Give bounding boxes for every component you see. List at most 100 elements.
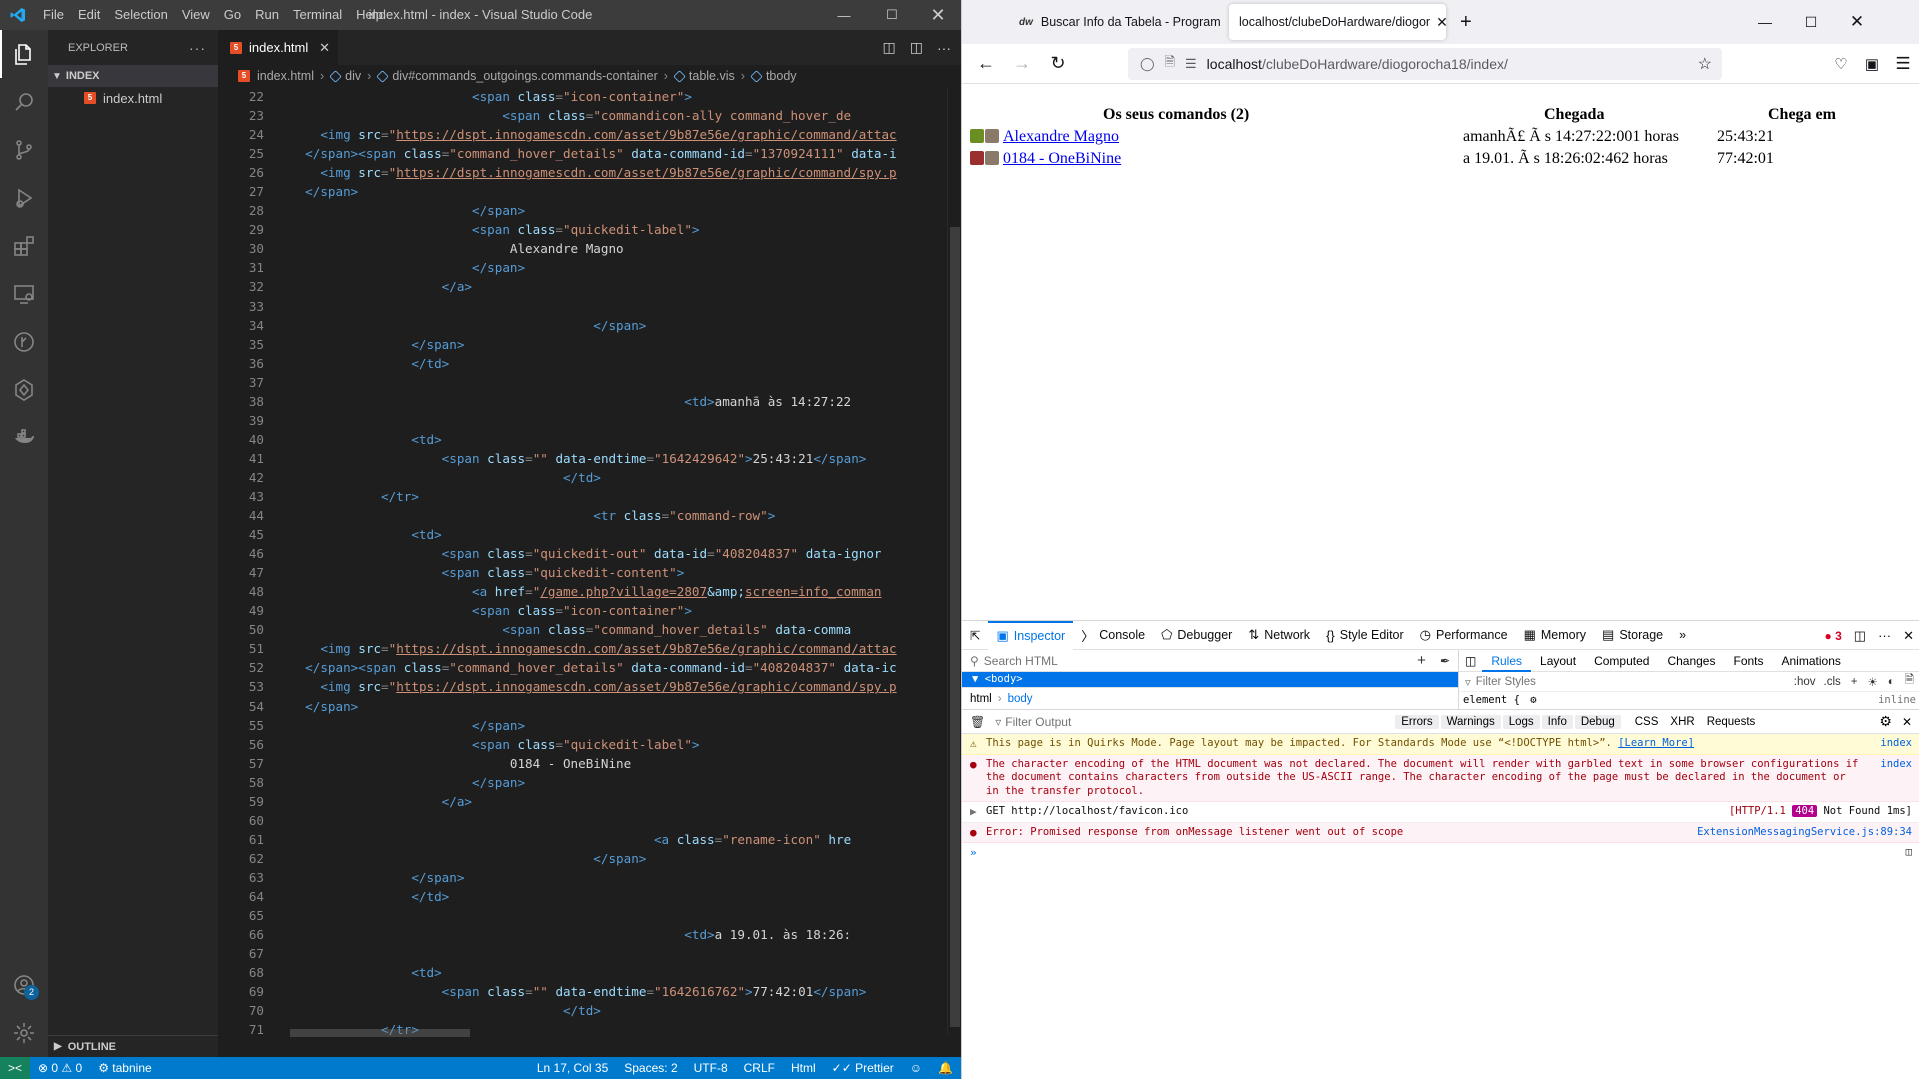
maximize-icon[interactable]: ☐ [1788,0,1834,44]
file-index-html[interactable]: 5 index.html [48,87,218,109]
tab-fonts[interactable]: Fonts [1724,650,1772,672]
code-line[interactable]: 58 </span> [218,773,961,792]
code-line[interactable]: 23 <span class="commandicon-ally command… [218,106,961,125]
menu-hamburger-icon[interactable]: ☰ [1886,44,1919,84]
breadcrumb-item[interactable]: div#commands_outgoings.commands-containe… [392,69,657,83]
menu-go[interactable]: Go [217,0,248,30]
folder-index[interactable]: ▼ INDEX [48,65,218,87]
browser-tab-1[interactable]: dw Buscar Info da Tabela - Program ✕ [1009,4,1225,40]
filter-warnings[interactable]: Warnings [1440,714,1501,729]
tab-inspector[interactable]: ▣ Inspector [988,620,1074,650]
search-icon[interactable] [0,78,48,126]
expand-arrow-icon[interactable]: ▶ [970,805,977,819]
code-line[interactable]: 54 </span> [218,697,961,716]
extension-icon[interactable]: ▣ [1855,44,1889,84]
code-line[interactable]: 66 <td>a 19.01. às 18:26: [218,925,961,944]
code-line[interactable]: 49 <span class="icon-container"> [218,601,961,620]
feedback-icon[interactable]: ☺ [902,1061,930,1075]
tab-animations[interactable]: Animations [1773,650,1850,672]
scrollbar-thumb[interactable] [950,227,960,1027]
source-control-icon[interactable] [0,126,48,174]
dark-mode-icon[interactable]: ◐ [1888,676,1895,688]
code-line[interactable]: 62 </span> [218,849,961,868]
code-line[interactable]: 60 [218,811,961,830]
filter-errors[interactable]: Errors [1395,714,1439,729]
maximize-icon[interactable]: ☐ [869,0,915,30]
menu-edit[interactable]: Edit [71,0,107,30]
code-line[interactable]: 48 <a href="/game.php?village=2807&amp;s… [218,582,961,601]
code-line[interactable]: 69 <span class="" data-endtime="16426167… [218,982,961,1001]
code-line[interactable]: 30 Alexandre Magno [218,239,961,258]
code-line[interactable]: 38 <td>amanhã às 14:27:22 [218,392,961,411]
code-line[interactable]: 28 </span> [218,201,961,220]
breadcrumb-item[interactable]: tbody [766,69,797,83]
selected-node[interactable]: ▼ <body> [962,672,1458,687]
code-line[interactable]: 31 </span> [218,258,961,277]
open-preview-icon[interactable]: ◫ [883,39,896,56]
code-line[interactable]: 22 <span class="icon-container"> [218,87,961,106]
back-icon[interactable]: ← [968,48,1004,80]
close-window-icon[interactable]: ✕ [1834,0,1880,44]
more-options-icon[interactable]: ··· [1878,628,1891,643]
language-mode[interactable]: Html [783,1061,824,1075]
forward-icon[interactable]: → [1004,48,1040,80]
code-line[interactable]: 34 </span> [218,316,961,335]
tab-rules[interactable]: Rules [1482,650,1532,672]
code-line[interactable]: 40 <td> [218,430,961,449]
close-devtools-icon[interactable]: ✕ [1903,628,1914,644]
code-line[interactable]: 46 <span class="quickedit-out" data-id="… [218,544,961,563]
code-line[interactable]: 29 <span class="quickedit-label"> [218,220,961,239]
accounts-icon[interactable]: 2 [0,961,48,1009]
tab-debugger[interactable]: ⬠ Debugger [1153,621,1240,650]
filter-xhr[interactable]: XHR [1670,716,1694,728]
close-tab-icon[interactable]: ✕ [1430,14,1446,31]
code-line[interactable]: 35 </span> [218,335,961,354]
element-picker-icon[interactable]: ⇱ [962,621,988,650]
gear-icon[interactable]: ⚙ [1530,694,1536,706]
clear-console-icon[interactable]: 🗑 [970,715,985,729]
tab-style-editor[interactable]: {} Style Editor [1318,621,1412,650]
filter-logs[interactable]: Logs [1502,714,1540,729]
error-count-badge[interactable]: ● 3 [1825,629,1842,643]
extensions-icon[interactable] [0,222,48,270]
page-info-icon[interactable]: 🗎 [1165,53,1175,75]
cursor-position[interactable]: Ln 17, Col 35 [529,1061,616,1075]
search-html-field[interactable]: ⚲ Search HTML + ✒ [962,650,1458,672]
menu-terminal[interactable]: Terminal [286,0,349,30]
code-line[interactable]: 39 [218,411,961,430]
filter-styles-field[interactable]: ▿ Filter Styles :hov .cls + ☀ ◐ 🗎 [1459,672,1919,692]
code-line[interactable]: 53 <img src="https://dspt.innogamescdn.c… [218,677,961,696]
outline-section[interactable]: ▶ OUTLINE [48,1035,218,1057]
tab-performance[interactable]: ◷ Performance [1412,621,1516,650]
code-editor[interactable]: 22 <span class="icon-container"> 23 <span… [218,87,961,1035]
tab-console[interactable]: 〉 Console [1073,621,1153,650]
message-source[interactable]: index [1880,737,1912,751]
code-line[interactable]: 24 <img src="https://dspt.innogamescdn.c… [218,125,961,144]
crumb-body[interactable]: body [1008,693,1033,705]
code-line[interactable]: 32 </a> [218,277,961,296]
code-line[interactable]: 64 </td> [218,887,961,906]
split-console-icon[interactable]: ◫ [1906,846,1912,860]
tab-layout[interactable]: Layout [1531,650,1585,672]
code-line[interactable]: 25 </span><span class="command_hover_det… [218,144,961,163]
tab-index-html[interactable]: 5 index.html ✕ [218,30,338,65]
minimize-icon[interactable]: — [1742,0,1788,44]
breadcrumb-item[interactable]: table.vis [689,69,735,83]
encoding[interactable]: UTF-8 [686,1061,736,1075]
permissions-icon[interactable]: ☰ [1185,56,1197,72]
code-line[interactable]: 44 <tr class="command-row"> [218,506,961,525]
code-line[interactable]: 42 </td> [218,468,961,487]
code-line[interactable]: 61 <a class="rename-icon" hre [218,830,961,849]
filter-css[interactable]: CSS [1635,716,1659,728]
toggle-sidebar-icon[interactable]: ◫ [1465,654,1476,668]
menu-run[interactable]: Run [248,0,286,30]
tab-computed[interactable]: Computed [1585,650,1658,672]
minimize-icon[interactable]: — [821,0,867,30]
git-graph-icon[interactable] [0,318,48,366]
command-link[interactable]: 0184 - OneBiNine [1003,150,1121,167]
code-line[interactable]: 37 [218,373,961,392]
run-debug-icon[interactable] [0,174,48,222]
prettier-status[interactable]: ✓✓ Prettier [824,1061,902,1075]
more-tools-icon[interactable]: » [1671,621,1694,650]
eyedropper-icon[interactable]: ✒ [1440,654,1450,668]
